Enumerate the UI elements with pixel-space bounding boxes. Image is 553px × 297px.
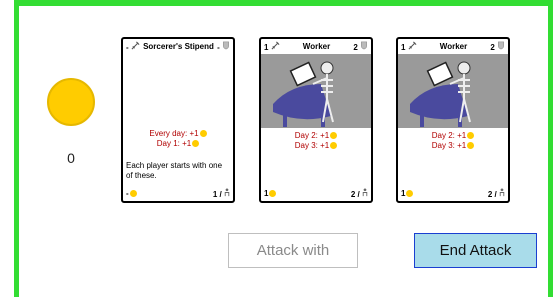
card-top-left: 1 [401,41,417,52]
coin-icon [269,189,277,197]
end-attack-button[interactable]: End Attack [414,233,537,268]
card-title: Worker [302,42,331,51]
card-cost: 1 [264,189,277,198]
card-cost: 1 [401,189,414,198]
card-header: 1 Worker 2 [398,39,508,54]
coin-count: 0 [67,150,75,166]
skeleton-worker-art [261,54,371,128]
sword-icon [271,41,280,50]
coin-icon [192,140,200,147]
card-effect-line: Day 3: +1 [398,141,508,151]
card-effects: Every day: +1 Day 1: +1 [123,129,233,149]
coin-icon [406,189,414,197]
card-count: 2 / [488,187,505,199]
card-count: 1 / [213,187,230,199]
card-footer: 1 2 / [398,187,508,199]
card-top-right: - [217,41,230,52]
board-border-right [548,0,553,297]
coin-icon [47,78,95,126]
card-top-left: 1 [264,41,280,52]
coin-icon [467,132,475,139]
card-effect-line: Day 1: +1 [123,139,233,149]
coin-icon [330,142,338,149]
person-icon [224,187,230,196]
card-effect-line: Day 3: +1 [261,141,371,151]
card-description: Each player starts with one of these. [126,161,223,180]
attack-with-button[interactable]: Attack with [228,233,358,268]
board-border-top [14,0,553,6]
card-top-right: 2 [490,41,505,52]
card-effects: Day 2: +1 Day 3: +1 [261,131,371,151]
person-icon [362,187,368,196]
card-header: 1 Worker 2 [261,39,371,54]
card-header: - Sorcerer's Stipend - [123,39,233,54]
card-count: 2 / [351,187,368,199]
card-worker-2[interactable]: 1 Worker 2 Day 2: +1 Day 3: +1 1 2 / [396,37,510,203]
card-effect-line: Day 2: +1 [398,131,508,141]
card-title: Worker [439,42,468,51]
shield-icon [223,41,229,50]
card-footer: 1 2 / [261,187,371,199]
coin-icon [129,189,137,197]
card-top-left: - [126,41,140,52]
sword-icon [131,41,140,50]
coin-bank: 0 [47,78,95,166]
card-worker-1[interactable]: 1 Worker 2 Day 2: +1 Day 3: +1 1 2 / [259,37,373,203]
sword-icon [408,41,417,50]
coin-icon [199,130,207,137]
card-cost: - [126,189,137,198]
skeleton-worker-art [398,54,508,128]
coin-icon [330,132,338,139]
coin-icon [467,142,475,149]
shield-icon [498,41,504,50]
person-icon [499,187,505,196]
card-top-right: 2 [353,41,368,52]
card-effect-line: Every day: +1 [123,129,233,139]
card-effect-line: Day 2: +1 [261,131,371,141]
card-title: Sorcerer's Stipend [143,42,214,51]
board-border-left [14,0,19,297]
card-sorcerers-stipend[interactable]: - Sorcerer's Stipend - Every day: +1 Day… [121,37,235,203]
shield-icon [361,41,367,50]
game-board: 0 - Sorcerer's Stipend - Every day: +1 D… [0,0,553,297]
card-effects: Day 2: +1 Day 3: +1 [398,131,508,151]
card-footer: - 1 / [123,187,233,199]
